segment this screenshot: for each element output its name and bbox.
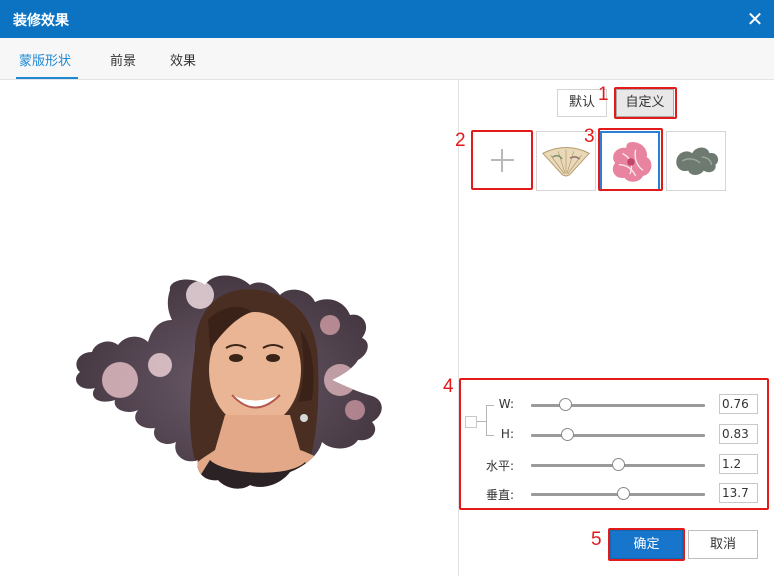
slider-track-horizontal[interactable]: [531, 458, 705, 471]
window-title: 装修效果: [13, 13, 69, 29]
annotation-5: 5: [591, 529, 602, 550]
pink-flower-icon: [612, 142, 652, 182]
slider-knob-width[interactable]: [559, 398, 573, 411]
annotation-1: 1: [598, 84, 609, 105]
annotation-3: 3: [584, 126, 595, 147]
height-value-input[interactable]: [719, 424, 758, 444]
settings-panel: 默认 自定义 1 2 3 4 W: 0.76 H: 0.83 水平: 1.2 垂…: [443, 80, 774, 576]
slider-knob-vertical[interactable]: [616, 487, 630, 500]
tab-effect[interactable]: 效果: [170, 50, 196, 69]
active-tab-indicator: [16, 77, 78, 79]
slider-label-height: H:: [500, 427, 514, 441]
masked-portrait-preview: [75, 275, 382, 489]
slider-knob-horizontal[interactable]: [611, 458, 625, 471]
add-shape-button[interactable]: [473, 131, 532, 189]
annotation-2: 2: [455, 130, 466, 151]
horizontal-value-input[interactable]: [719, 454, 758, 474]
shape-thumbnail-flower[interactable]: [600, 131, 660, 191]
bracket-link: [477, 421, 486, 422]
slider-knob-height[interactable]: [561, 428, 575, 441]
custom-shapes-button[interactable]: 自定义: [616, 89, 674, 117]
width-value-input[interactable]: [719, 394, 758, 414]
tab-bar: 蒙版形状 前景 效果: [0, 38, 774, 80]
slider-track-height[interactable]: [531, 428, 705, 441]
slider-track-vertical[interactable]: [531, 487, 705, 500]
cancel-button[interactable]: 取消: [688, 530, 758, 559]
ok-button[interactable]: 确定: [610, 530, 683, 559]
tab-foreground[interactable]: 前景: [110, 50, 136, 69]
shape-thumbnail-ink[interactable]: [666, 131, 726, 191]
slider-label-vertical: 垂直:: [485, 488, 514, 502]
annotation-4: 4: [443, 376, 454, 397]
title-bar: 装修效果 ✕: [0, 0, 774, 38]
slider-label-horizontal: 水平:: [485, 459, 514, 473]
vertical-value-input[interactable]: [719, 483, 758, 503]
slider-track-width[interactable]: [531, 398, 705, 411]
close-icon[interactable]: ✕: [744, 8, 766, 30]
plus-icon: [491, 149, 514, 172]
tab-mask-shape[interactable]: 蒙版形状: [19, 50, 71, 69]
preview-area: [0, 80, 459, 576]
ink-blot-icon: [676, 147, 719, 176]
slider-label-width: W:: [498, 397, 514, 411]
